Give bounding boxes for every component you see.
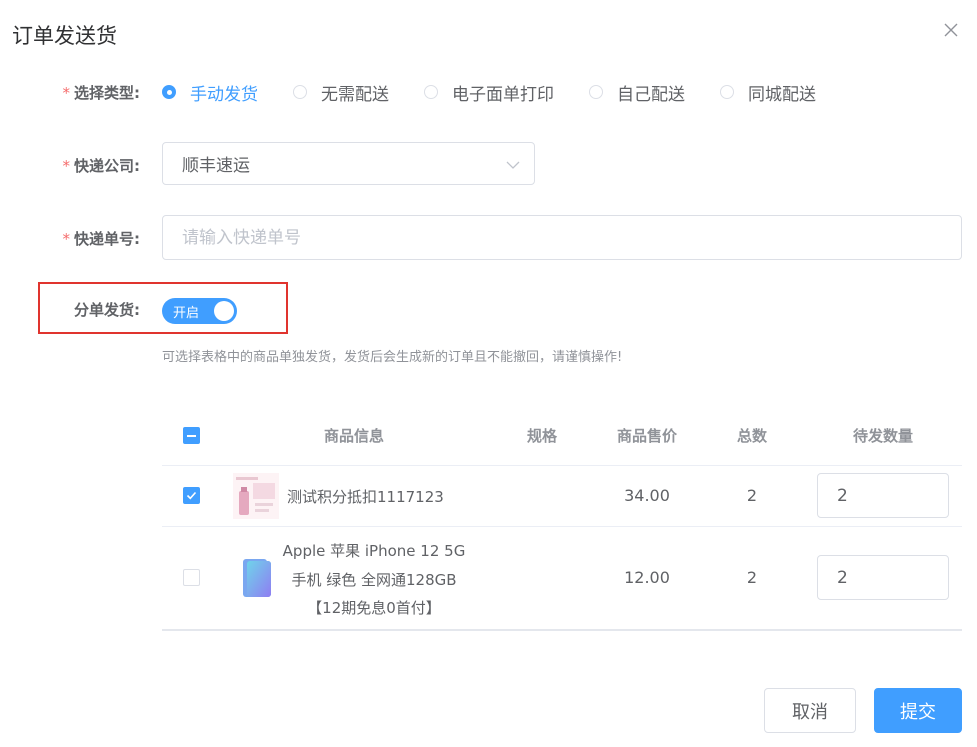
product-name: Apple 苹果 iPhone 12 5G 手机 绿色 全网通128GB 【12… (274, 537, 474, 623)
pending-qty-input[interactable] (817, 555, 949, 600)
type-label-text: 选择类型: (74, 84, 140, 102)
table-row: 测试积分抵扣1117123 34.00 2 (162, 466, 962, 527)
express-company-value: 顺丰速运 (182, 156, 250, 176)
close-icon[interactable] (943, 22, 961, 40)
dialog-title: 订单发送货 (12, 24, 117, 48)
toggle-text: 开启 (173, 306, 200, 321)
split-label: 分单发货: (0, 299, 140, 320)
radio-label: 手动发货 (190, 84, 258, 105)
product-name-line: 【12期免息0首付】 (307, 599, 441, 617)
column-header-price: 商品售价 (616, 427, 677, 445)
radio-e-waybill[interactable]: 电子面单打印 (424, 80, 554, 105)
product-name: 测试积分抵扣1117123 (287, 488, 444, 506)
radio-label: 自己配送 (617, 84, 685, 105)
product-thumbnail (233, 473, 279, 519)
product-total: 2 (746, 486, 758, 505)
radio-dot (589, 85, 603, 99)
split-shipment-toggle[interactable]: 开启 (162, 298, 237, 324)
required-mark: * (62, 84, 71, 102)
required-mark: * (62, 157, 71, 175)
required-mark: * (62, 230, 71, 248)
radio-label: 同城配送 (748, 84, 816, 105)
cancel-button[interactable]: 取消 (764, 688, 856, 733)
radio-label: 无需配送 (321, 84, 389, 105)
radio-self-delivery[interactable]: 自己配送 (589, 80, 685, 105)
column-header-total: 总数 (736, 427, 767, 445)
product-price: 34.00 (624, 486, 670, 505)
radio-same-city[interactable]: 同城配送 (720, 80, 816, 105)
select-all-checkbox[interactable] (183, 427, 200, 444)
column-header-pending-qty: 待发数量 (852, 427, 913, 445)
tracking-label: * 快递单号: (0, 228, 141, 249)
radio-dot (720, 85, 734, 99)
radio-dot (424, 85, 438, 99)
split-label-text: 分单发货: (74, 301, 140, 319)
delivery-type-group: 手动发货 无需配送 电子面单打印 自己配送 同城配送 (162, 80, 851, 105)
chevron-down-icon (506, 157, 520, 177)
product-total: 2 (746, 568, 758, 587)
split-hint-text: 可选择表格中的商品单独发货，发货后会生成新的订单且不能撤回，请谨慎操作! (162, 350, 623, 365)
product-name-line: 手机 绿色 全网通128GB (291, 570, 457, 589)
company-label-text: 快递公司: (74, 157, 140, 175)
toggle-knob (214, 301, 234, 321)
product-price: 12.00 (624, 568, 670, 587)
column-header-spec: 规格 (526, 427, 557, 445)
submit-button[interactable]: 提交 (874, 688, 962, 733)
tracking-number-input[interactable] (162, 215, 962, 260)
table-row: Apple 苹果 iPhone 12 5G 手机 绿色 全网通128GB 【12… (162, 527, 962, 631)
type-label: * 选择类型: (0, 82, 141, 103)
table-header: 商品信息 规格 商品售价 总数 待发数量 (162, 405, 962, 466)
tracking-label-text: 快递单号: (74, 230, 140, 248)
column-header-product: 商品信息 (323, 427, 384, 445)
pending-qty-input[interactable] (817, 473, 949, 518)
radio-label: 电子面单打印 (452, 84, 554, 105)
radio-manual-delivery[interactable]: 手动发货 (162, 80, 258, 105)
radio-dot (293, 85, 307, 99)
row-checkbox[interactable] (183, 487, 200, 504)
product-thumbnail (241, 558, 273, 598)
product-table: 商品信息 规格 商品售价 总数 待发数量 测试积分抵扣1117123 34.00… (162, 405, 962, 631)
radio-dot (162, 85, 176, 99)
product-name-line: Apple 苹果 iPhone 12 5G (282, 542, 466, 560)
company-label: * 快递公司: (0, 155, 141, 176)
row-checkbox[interactable] (183, 569, 200, 586)
express-company-select[interactable]: 顺丰速运 (162, 142, 535, 185)
radio-no-delivery[interactable]: 无需配送 (293, 80, 389, 105)
